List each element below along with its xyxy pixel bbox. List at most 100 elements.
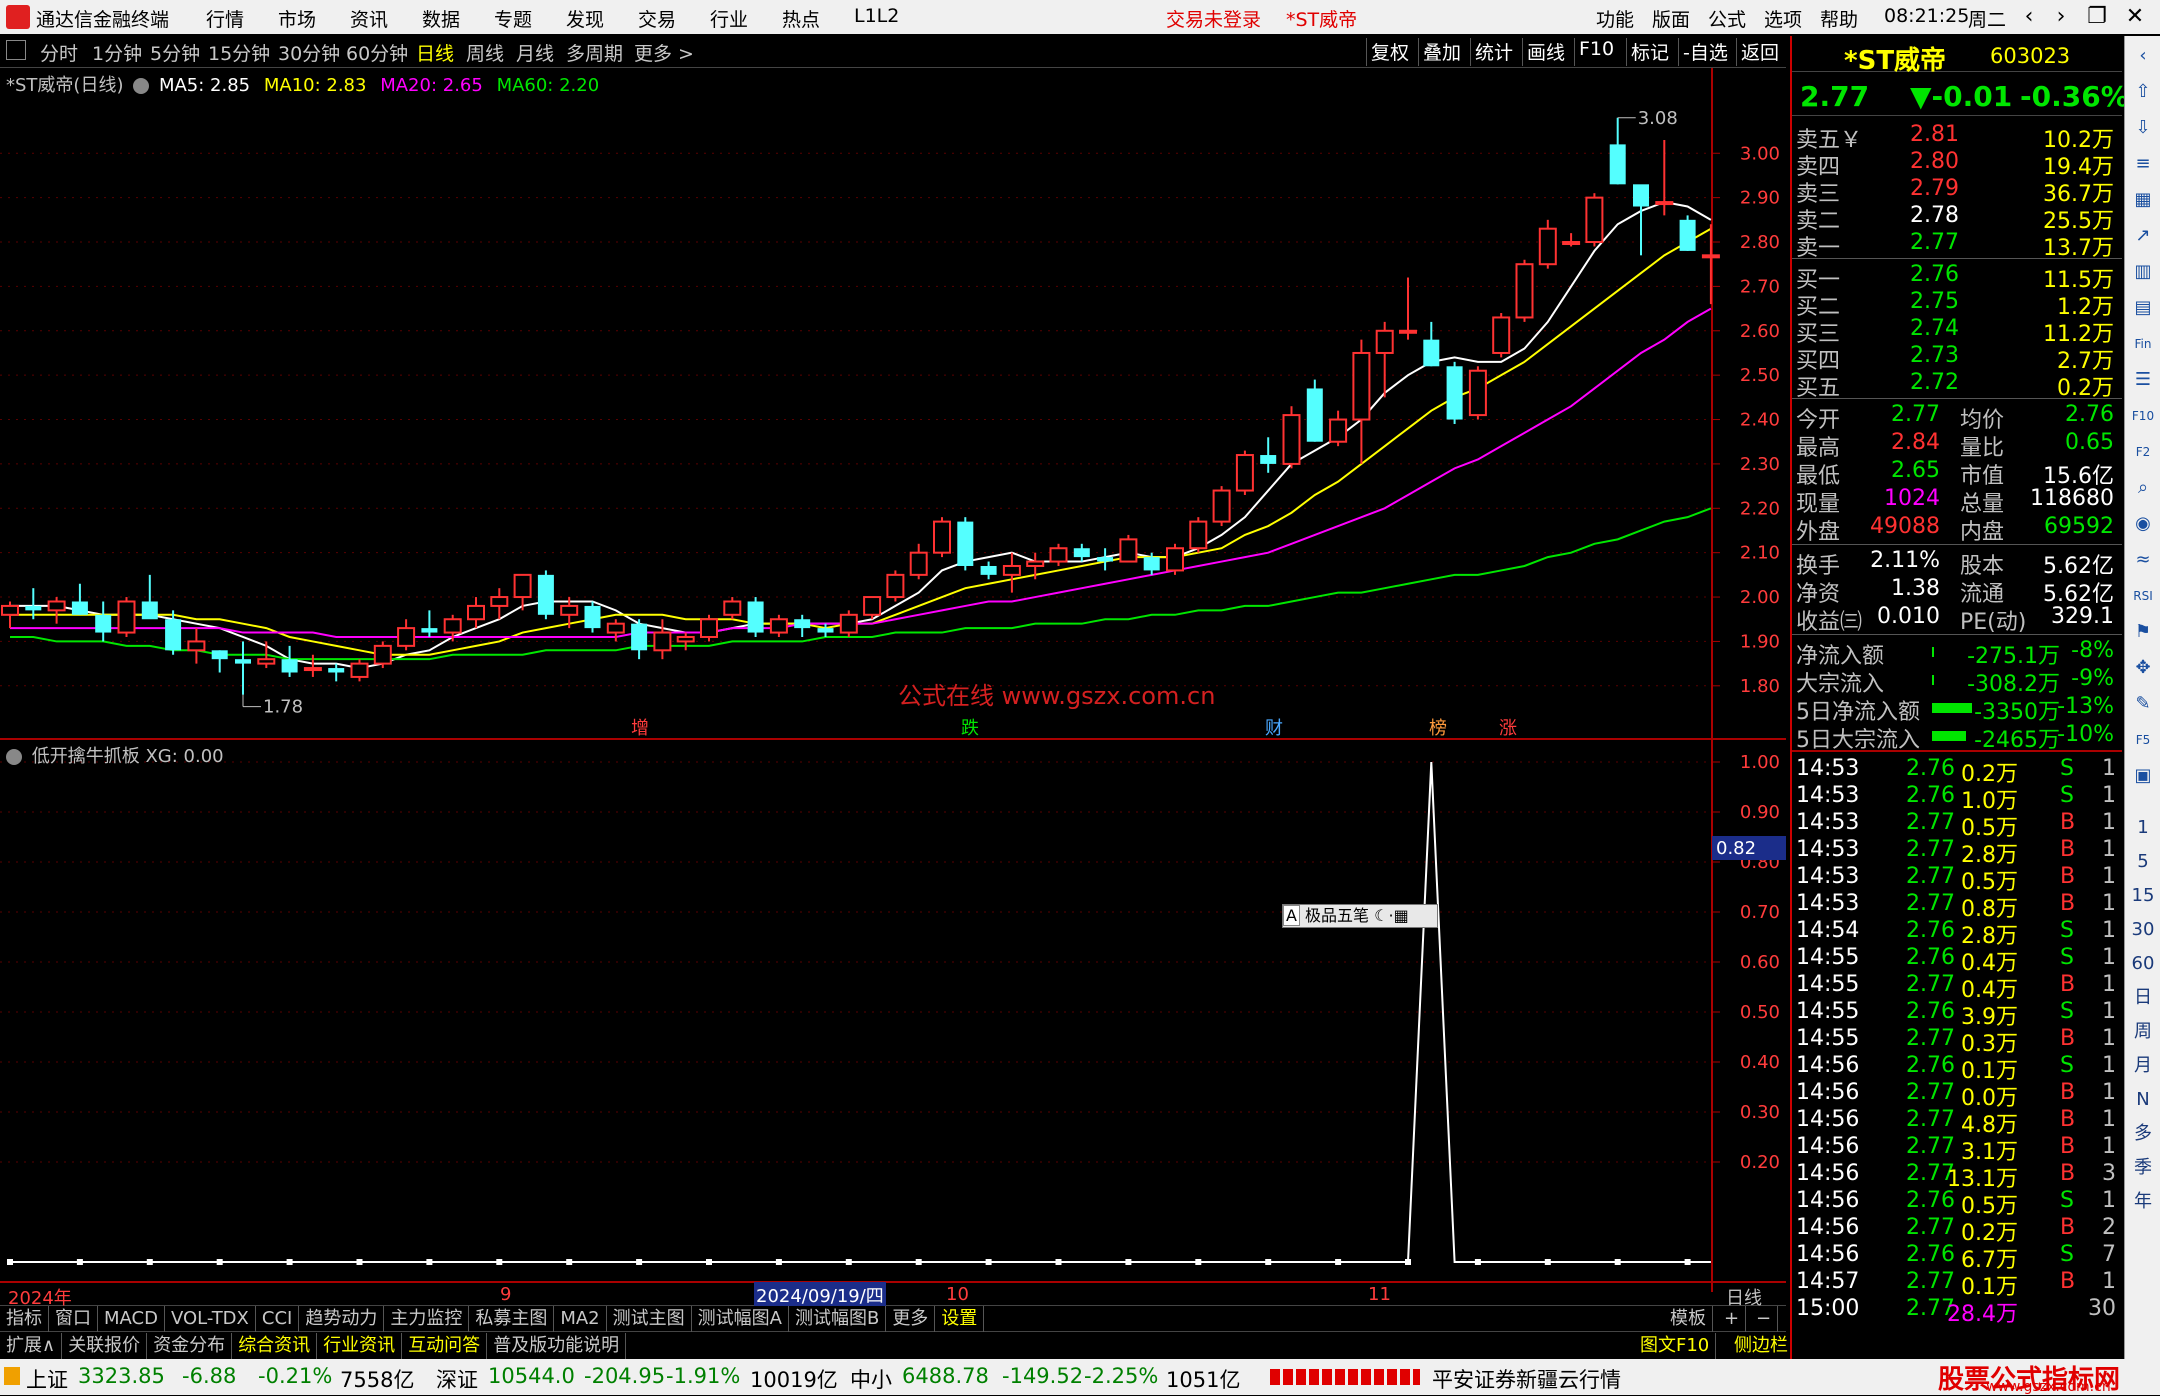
- menu-quotes[interactable]: 行情: [206, 5, 244, 32]
- tick-row[interactable]: 14:53 2.77 0.5万 B 1: [1792, 864, 2122, 895]
- tick-row[interactable]: 14:54 2.76 2.8万 S 1: [1792, 918, 2122, 949]
- period-shortcut-6[interactable]: 周: [2129, 1018, 2157, 1046]
- bid-row[interactable]: 买二 2.75 1.2万: [1792, 289, 2122, 320]
- settings-icon[interactable]: [133, 78, 150, 94]
- menu-news[interactable]: 资讯: [350, 5, 388, 32]
- info-feature-guide[interactable]: 普及版功能说明: [487, 1333, 627, 1359]
- bid-row[interactable]: 买三 2.74 11.2万: [1792, 316, 2122, 347]
- calendar-icon[interactable]: ▣: [2129, 762, 2157, 790]
- btn-f10[interactable]: F10: [1574, 38, 1618, 66]
- period-shortcut-9[interactable]: 多: [2129, 1120, 2157, 1148]
- down-arrow-icon[interactable]: ⇩: [2129, 114, 2157, 142]
- menu-trade[interactable]: 交易: [638, 5, 676, 32]
- flow-row[interactable]: 大宗流入 -308.2万 -9%: [1792, 666, 2122, 697]
- line-chart-icon[interactable]: ↗: [2129, 222, 2157, 250]
- menu-layout[interactable]: 版面: [1652, 5, 1690, 32]
- kline-chart[interactable]: 1.80 1.90 2.00 2.10 2.20 2.30 2.40 2.50 2.60 2.70…: [0, 68, 1786, 740]
- search-icon[interactable]: ⌕: [2129, 474, 2157, 502]
- flow-row[interactable]: 5日大宗流入 -2465万 -10%: [1792, 722, 2122, 753]
- btn-mark[interactable]: 标记: [1626, 38, 1673, 66]
- tick-row[interactable]: 14:56 2.76 0.1万 S 1: [1792, 1053, 2122, 1084]
- period-60min[interactable]: 60分钟: [346, 39, 408, 66]
- chevron-left-icon[interactable]: ‹: [2129, 42, 2157, 70]
- tab-ma2[interactable]: MA2: [554, 1306, 607, 1332]
- restore-icon[interactable]: ❐: [2080, 2, 2114, 32]
- flow-row[interactable]: 净流入额 -275.1万 -8%: [1792, 638, 2122, 669]
- period-1min[interactable]: 1分钟: [92, 39, 142, 66]
- bar-chart-icon[interactable]: ▥: [2129, 258, 2157, 286]
- list-icon[interactable]: ≡: [2129, 150, 2157, 178]
- tick-row[interactable]: 14:53 2.76 1.0万 S 1: [1792, 783, 2122, 814]
- menu-function[interactable]: 功能: [1596, 5, 1634, 32]
- tab-private-main[interactable]: 私募主图: [469, 1306, 555, 1332]
- tick-row[interactable]: 14:56 2.76 0.5万 S 1: [1792, 1188, 2122, 1219]
- menu-hot[interactable]: 热点: [782, 5, 820, 32]
- f2-icon[interactable]: F2: [2129, 438, 2157, 466]
- info-general-news[interactable]: 综合资讯: [232, 1333, 318, 1359]
- tab-vol-tdx[interactable]: VOL-TDX: [165, 1306, 256, 1332]
- f10-icon[interactable]: F10: [2129, 402, 2157, 430]
- btn-watchlist[interactable]: -自选: [1678, 38, 1732, 66]
- move-icon[interactable]: ✥: [2129, 654, 2157, 682]
- tick-row[interactable]: 14:55 2.76 3.9万 S 1: [1792, 999, 2122, 1030]
- stat-row[interactable]: 最低 2.65 市值 15.6亿: [1792, 458, 2122, 489]
- period-shortcut-11[interactable]: 年: [2129, 1188, 2157, 1216]
- btn-draw[interactable]: 画线: [1522, 38, 1569, 66]
- period-shortcut-3[interactable]: 30: [2129, 916, 2157, 944]
- menu-topics[interactable]: 专题: [494, 5, 532, 32]
- ask-row[interactable]: 卖三 2.79 36.7万: [1792, 176, 2122, 207]
- tab-remove[interactable]: −: [1750, 1306, 1779, 1332]
- period-shortcut-2[interactable]: 15: [2129, 882, 2157, 910]
- trade-login-status[interactable]: 交易未登录: [1166, 5, 1261, 32]
- tick-row[interactable]: 14:55 2.76 0.4万 S 1: [1792, 945, 2122, 976]
- indicator-chart[interactable]: 1.000.900.800.700.600.500.400.300.20 0.8…: [0, 740, 1786, 1292]
- period-shortcut-7[interactable]: 月: [2129, 1052, 2157, 1080]
- stat-row[interactable]: 今开 2.77 均价 2.76: [1792, 402, 2122, 433]
- tab-test-sub-b[interactable]: 测试幅图B: [789, 1306, 887, 1332]
- info-f10[interactable]: 图文F10: [1634, 1333, 1717, 1359]
- stat-row[interactable]: 最高 2.84 量比 0.65: [1792, 430, 2122, 461]
- flow-row[interactable]: 5日净流入额 -3350万 -13%: [1792, 694, 2122, 725]
- menu-market[interactable]: 市场: [278, 5, 316, 32]
- tab-more[interactable]: 更多: [886, 1306, 936, 1332]
- tab-test-main[interactable]: 测试主图: [607, 1306, 692, 1332]
- info-qa[interactable]: 互动问答: [402, 1333, 488, 1359]
- ask-row[interactable]: 卖二 2.78 25.5万: [1792, 203, 2122, 234]
- info-expand[interactable]: 扩展∧: [0, 1333, 63, 1359]
- bid-row[interactable]: 买五 2.72 0.2万: [1792, 370, 2122, 401]
- menu-options[interactable]: 选项: [1764, 5, 1802, 32]
- ask-row[interactable]: 卖五￥ 2.81 10.2万: [1792, 122, 2122, 153]
- stat-row[interactable]: 外盘 49088 内盘 69592: [1792, 514, 2122, 545]
- menu-l1l2[interactable]: L1L2: [854, 5, 899, 27]
- stat-row[interactable]: 净资 1.38 流通 5.62亿: [1792, 576, 2122, 607]
- period-weekly[interactable]: 周线: [466, 39, 504, 66]
- info-related-quotes[interactable]: 关联报价: [62, 1333, 148, 1359]
- tick-row[interactable]: 14:57 2.77 0.1万 B 1: [1792, 1269, 2122, 1300]
- info-fund-distribution[interactable]: 资金分布: [147, 1333, 233, 1359]
- info-industry-news[interactable]: 行业资讯: [317, 1333, 403, 1359]
- period-15min[interactable]: 15分钟: [208, 39, 270, 66]
- period-intraday[interactable]: 分时: [40, 39, 78, 66]
- tick-row[interactable]: 14:56 2.77 4.8万 B 1: [1792, 1107, 2122, 1138]
- tab-add[interactable]: +: [1718, 1306, 1747, 1332]
- pen-icon[interactable]: ✎: [2129, 690, 2157, 718]
- tab-indicator[interactable]: 指标: [0, 1306, 49, 1332]
- up-arrow-icon[interactable]: ⇧: [2129, 78, 2157, 106]
- eye-icon[interactable]: ◉: [2129, 510, 2157, 538]
- layout-toggle-icon[interactable]: [6, 40, 26, 60]
- tab-test-sub-a[interactable]: 测试幅图A: [692, 1306, 789, 1332]
- btn-stats[interactable]: 统计: [1470, 38, 1517, 66]
- trend-icon[interactable]: ≈: [2129, 546, 2157, 574]
- menu-help[interactable]: 帮助: [1820, 5, 1858, 32]
- grid-icon[interactable]: ▦: [2129, 186, 2157, 214]
- tick-row[interactable]: 14:53 2.76 0.2万 S 1: [1792, 756, 2122, 787]
- stat-row[interactable]: 收益㈢ 0.010 PE(动) 329.1: [1792, 604, 2122, 635]
- period-shortcut-8[interactable]: N: [2129, 1086, 2157, 1114]
- status-icon[interactable]: [4, 1367, 20, 1385]
- period-shortcut-4[interactable]: 60: [2129, 950, 2157, 978]
- tab-cci[interactable]: CCI: [256, 1306, 300, 1332]
- flag-icon[interactable]: ⚑: [2129, 618, 2157, 646]
- tick-row[interactable]: 14:53 2.77 0.5万 B 1: [1792, 810, 2122, 841]
- tick-row[interactable]: 14:56 2.77 0.2万 B 2: [1792, 1215, 2122, 1246]
- tick-row[interactable]: 14:55 2.77 0.4万 B 1: [1792, 972, 2122, 1003]
